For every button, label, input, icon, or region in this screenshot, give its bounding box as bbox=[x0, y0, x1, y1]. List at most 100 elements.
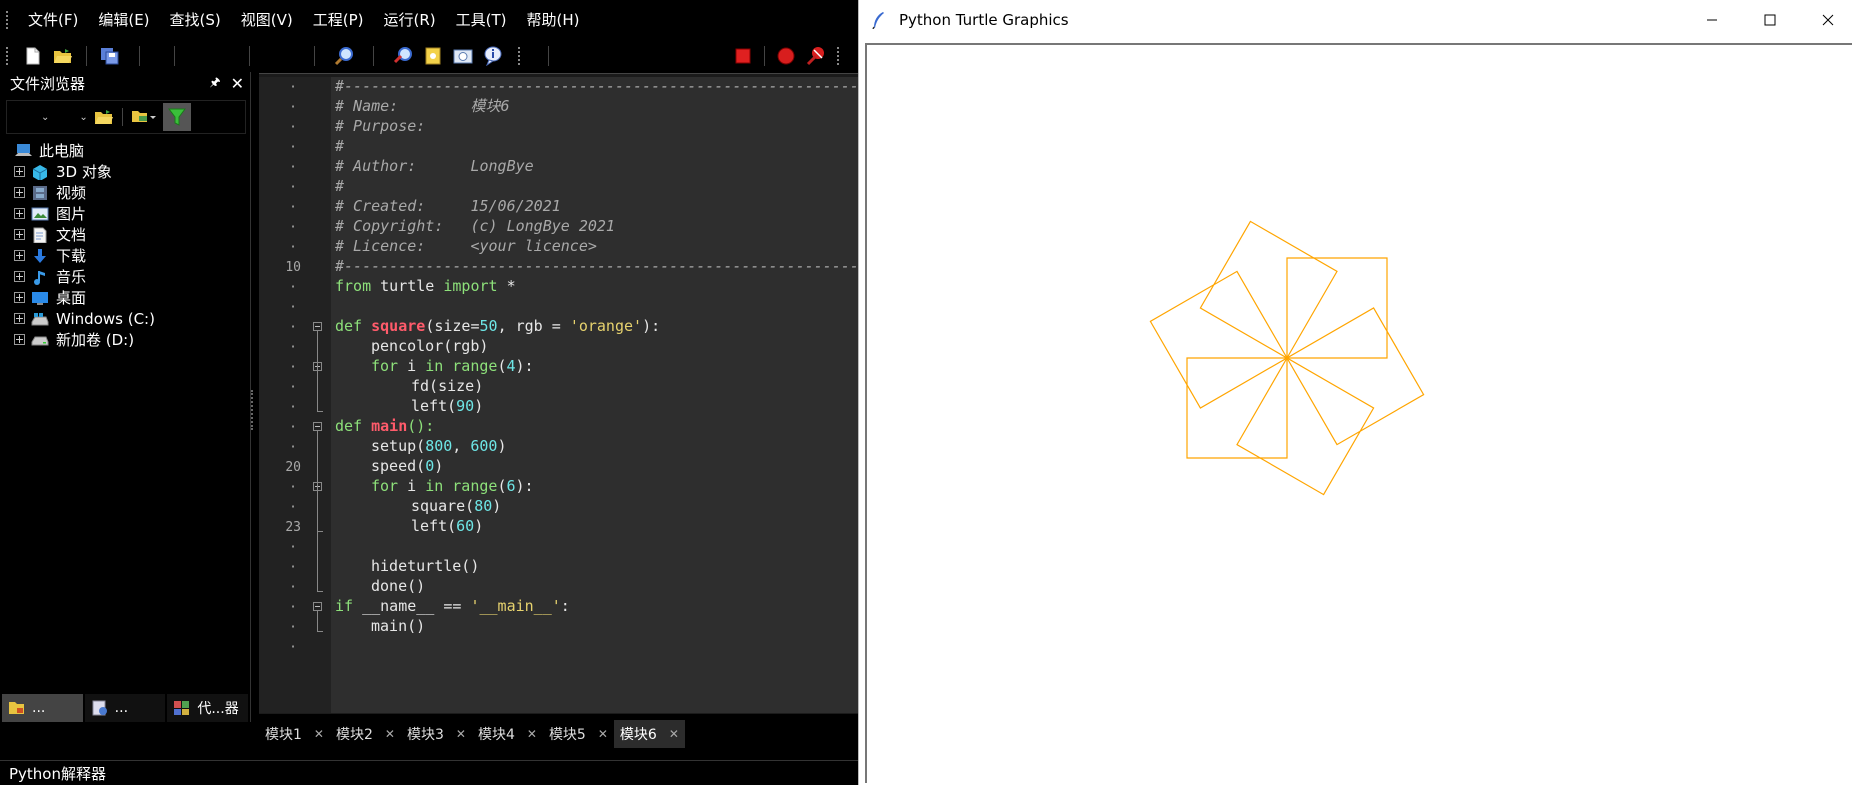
close-button[interactable] bbox=[1799, 0, 1857, 40]
path-dropdown-chevron-icon[interactable]: ⌄ bbox=[79, 112, 87, 123]
tree-item[interactable]: 音乐 bbox=[14, 266, 250, 287]
fold-guide-end bbox=[317, 631, 323, 632]
menu-edit[interactable]: 编辑(E) bbox=[88, 0, 159, 40]
expand-plus-icon[interactable] bbox=[14, 334, 25, 345]
line-number: · bbox=[289, 300, 297, 315]
open-file-button[interactable] bbox=[50, 43, 76, 69]
tree-item[interactable]: 文档 bbox=[14, 224, 250, 245]
expand-plus-icon[interactable] bbox=[14, 313, 25, 324]
menu-tools[interactable]: 工具(T) bbox=[446, 0, 517, 40]
tab-module1[interactable]: 模块1 ✕ bbox=[259, 720, 330, 748]
close-tab-icon[interactable]: ✕ bbox=[314, 727, 324, 741]
bookmark-icon bbox=[425, 47, 441, 65]
clear-breakpoints-button[interactable] bbox=[803, 43, 829, 69]
drive-dropdown-chevron-icon[interactable]: ⌄ bbox=[41, 112, 49, 123]
fold-guide bbox=[317, 491, 318, 531]
tree-item[interactable]: Windows (C:) bbox=[14, 308, 250, 329]
code-text-area[interactable]: #---------------------------------------… bbox=[331, 77, 858, 713]
minimize-button[interactable] bbox=[1683, 0, 1741, 40]
tree-item[interactable]: 视频 bbox=[14, 182, 250, 203]
tree-item[interactable]: 桌面 bbox=[14, 287, 250, 308]
toolbar-grip[interactable] bbox=[837, 47, 843, 65]
save-all-button[interactable] bbox=[97, 43, 123, 69]
menu-help[interactable]: 帮助(H) bbox=[517, 0, 590, 40]
expand-plus-icon[interactable] bbox=[14, 166, 25, 177]
close-tab-icon[interactable]: ✕ bbox=[669, 727, 679, 741]
code-token: if bbox=[335, 597, 354, 615]
turtle-canvas[interactable] bbox=[865, 43, 1852, 783]
line-number: · bbox=[289, 560, 297, 575]
close-tab-icon[interactable]: ✕ bbox=[385, 727, 395, 741]
menubar-grip[interactable] bbox=[6, 11, 12, 29]
pin-icon[interactable]: 🖈 bbox=[209, 73, 220, 94]
menu-file[interactable]: 文件(F) bbox=[18, 0, 88, 40]
expand-plus-icon[interactable] bbox=[14, 250, 25, 261]
turtle-window-titlebar[interactable]: Python Turtle Graphics bbox=[859, 0, 1857, 40]
gutter-line: · bbox=[259, 318, 331, 338]
close-icon[interactable]: ✕ bbox=[231, 74, 244, 93]
maximize-button[interactable] bbox=[1741, 0, 1799, 40]
tree-item[interactable]: 3D 对象 bbox=[14, 161, 250, 182]
close-tab-icon[interactable]: ✕ bbox=[527, 727, 537, 741]
find-button[interactable] bbox=[331, 43, 357, 69]
expand-plus-icon[interactable] bbox=[14, 208, 25, 219]
close-tab-icon[interactable]: ✕ bbox=[456, 727, 466, 741]
tab-label: 模块4 bbox=[477, 727, 515, 743]
tree-item[interactable]: 新加卷 (D:) bbox=[14, 329, 250, 350]
code-token: def bbox=[335, 417, 363, 435]
tab-module2[interactable]: 模块2 ✕ bbox=[330, 720, 401, 748]
tree-item[interactable]: 图片 bbox=[14, 203, 250, 224]
panel-splitter[interactable] bbox=[251, 390, 256, 430]
screenshot-button[interactable] bbox=[450, 43, 476, 69]
tab-module3[interactable]: 模块3 ✕ bbox=[401, 720, 472, 748]
tab-project[interactable]: ... bbox=[84, 694, 166, 722]
folder-view-icon[interactable] bbox=[131, 108, 157, 126]
new-file-button[interactable] bbox=[20, 43, 46, 69]
filter-button[interactable] bbox=[162, 103, 191, 131]
tab-module6[interactable]: 模块6 ✕ bbox=[613, 720, 685, 748]
toolbar-grip[interactable] bbox=[518, 47, 524, 65]
tree-item-label: 下载 bbox=[56, 247, 87, 265]
breakpoint-button[interactable] bbox=[773, 43, 799, 69]
code-token: ) bbox=[497, 437, 507, 455]
expand-plus-icon[interactable] bbox=[14, 271, 25, 282]
stop-button[interactable] bbox=[730, 43, 756, 69]
close-tab-icon[interactable]: ✕ bbox=[598, 727, 608, 741]
code-token: main bbox=[371, 417, 408, 435]
menu-search[interactable]: 查找(S) bbox=[160, 0, 231, 40]
menu-project[interactable]: 工程(P) bbox=[303, 0, 374, 40]
toolbar-separator bbox=[314, 46, 315, 66]
bookmark-button[interactable] bbox=[420, 43, 446, 69]
ide-window: 文件(F) 编辑(E) 查找(S) 视图(V) 工程(P) 运行(R) 工具(T… bbox=[0, 0, 858, 785]
code-line: speed(0) bbox=[371, 456, 443, 476]
code-token: '__main__' bbox=[470, 597, 561, 615]
music-note-icon bbox=[34, 270, 45, 285]
tab-module5[interactable]: 模块5 ✕ bbox=[543, 720, 614, 748]
tree-item[interactable]: 下载 bbox=[14, 245, 250, 266]
line-number: · bbox=[289, 220, 297, 235]
fold-collapse-icon[interactable] bbox=[313, 602, 322, 611]
code-line: def square(size=50, rgb = 'orange'): bbox=[335, 316, 660, 336]
expand-plus-icon[interactable] bbox=[14, 292, 25, 303]
tree-item-root[interactable]: 此电脑 bbox=[14, 140, 250, 161]
tab-code-browser[interactable]: 代...器 bbox=[167, 694, 249, 722]
toolbar-grip[interactable] bbox=[6, 47, 12, 65]
open-folder-icon[interactable] bbox=[94, 108, 114, 126]
code-line: # Name: 模块6 bbox=[335, 96, 510, 116]
expand-plus-icon[interactable] bbox=[14, 187, 25, 198]
menu-run[interactable]: 运行(R) bbox=[373, 0, 445, 40]
line-number: · bbox=[289, 620, 297, 635]
line-number: · bbox=[289, 240, 297, 255]
expand-plus-icon[interactable] bbox=[14, 229, 25, 240]
debug-button[interactable] bbox=[390, 43, 416, 69]
code-token: , bbox=[452, 437, 471, 455]
tree-item-label: 图片 bbox=[56, 205, 87, 223]
tab-file-browser[interactable]: ... bbox=[2, 694, 83, 722]
gutter-line: · bbox=[259, 378, 331, 398]
code-browser-icon bbox=[174, 701, 190, 715]
info-button[interactable] bbox=[480, 43, 506, 69]
menu-view[interactable]: 视图(V) bbox=[231, 0, 303, 40]
fold-collapse-icon[interactable] bbox=[313, 422, 322, 431]
fold-collapse-icon[interactable] bbox=[313, 322, 322, 331]
tab-module4[interactable]: 模块4 ✕ bbox=[472, 720, 543, 748]
